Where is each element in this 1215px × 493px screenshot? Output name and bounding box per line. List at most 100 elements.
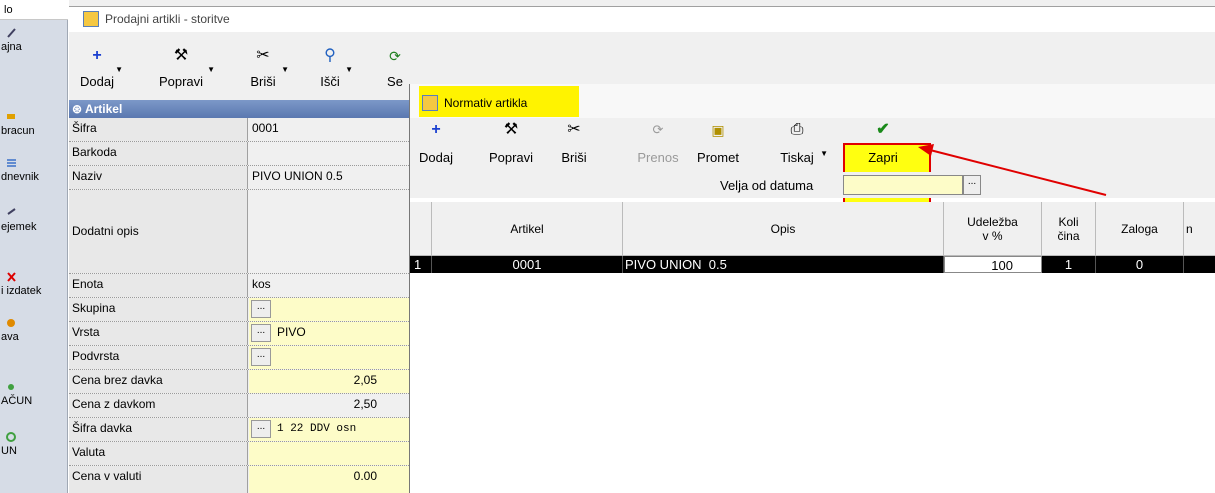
field-label: Podvrsta bbox=[69, 346, 248, 369]
nav-item-2[interactable]: bracun bbox=[0, 112, 68, 144]
dialog-traffic-button[interactable]: ▣ Promet bbox=[692, 118, 744, 174]
valid-from-label: Velja od datuma bbox=[720, 178, 814, 193]
printer-icon: ⎙ bbox=[790, 121, 804, 138]
nav-item-6[interactable]: ava bbox=[0, 318, 68, 350]
field-value[interactable]: 0001 bbox=[249, 118, 409, 141]
field-value[interactable] bbox=[249, 142, 409, 165]
x-icon bbox=[7, 272, 16, 282]
dialog-title-bar: Normativ artikla bbox=[410, 84, 1215, 118]
nav-item-3[interactable]: dnevnik bbox=[0, 158, 68, 190]
button-label: Dodaj bbox=[419, 150, 453, 165]
nav-item-label: UN bbox=[1, 445, 17, 457]
lookup-button[interactable]: ... bbox=[251, 348, 271, 366]
main-title-bar: Prodajni artikli - storitve bbox=[69, 6, 1215, 32]
button-label: Se bbox=[387, 74, 403, 89]
dialog-close-button[interactable]: ✔ Zapri bbox=[863, 118, 903, 174]
main-search-button[interactable]: ⚲ Išči ▼ bbox=[315, 34, 353, 96]
dropdown-arrow-icon: ▼ bbox=[820, 149, 828, 158]
field-value[interactable]: 2,50 bbox=[249, 394, 409, 417]
nav-item-label: ejemek bbox=[1, 221, 37, 233]
grid-cell-zaloga[interactable]: 0 bbox=[1096, 256, 1184, 273]
grid-cell-extra[interactable] bbox=[1184, 256, 1215, 273]
field-value[interactable] bbox=[249, 346, 409, 369]
gear-icon bbox=[7, 319, 15, 327]
main-add-button[interactable]: + Dodaj ▼ bbox=[79, 34, 123, 96]
button-label: Išči bbox=[320, 74, 340, 89]
valid-from-input[interactable] bbox=[843, 175, 963, 195]
dialog-transfer-button[interactable]: ⟳ Prenos bbox=[634, 118, 682, 174]
nav-item-1[interactable]: ajna bbox=[0, 28, 68, 60]
nav-item-5[interactable]: i izdatek bbox=[0, 272, 68, 304]
nav-item-8[interactable]: UN bbox=[0, 432, 68, 464]
field-value[interactable] bbox=[249, 442, 409, 465]
field-valuta: Valuta bbox=[69, 442, 409, 466]
nav-item-label: bracun bbox=[1, 125, 35, 137]
dropdown-arrow-icon: ▼ bbox=[345, 65, 353, 74]
plus-icon: + bbox=[431, 121, 441, 138]
field-value[interactable]: kos bbox=[249, 274, 409, 297]
field-naziv: Naziv PIVO UNION 0.5 bbox=[69, 166, 409, 190]
field-label: Šifra davka bbox=[69, 418, 248, 441]
field-value[interactable]: 1 22 DDV osn bbox=[249, 418, 409, 441]
field-value[interactable] bbox=[249, 298, 409, 321]
dialog-delete-button[interactable]: ✂ Briši bbox=[556, 118, 592, 174]
dialog-edit-button[interactable]: ⚒ Popravi bbox=[482, 118, 540, 174]
column-header[interactable]: Zaloga bbox=[1096, 202, 1184, 256]
grid-row-number[interactable]: 1 bbox=[410, 256, 432, 273]
left-nav-top-label: lo bbox=[4, 4, 13, 16]
field-value[interactable]: 0.00 bbox=[249, 466, 409, 493]
button-label: Dodaj bbox=[80, 74, 114, 89]
grid-cell-artikel[interactable]: 0001 bbox=[432, 256, 623, 273]
column-header[interactable]: Opis bbox=[623, 202, 944, 256]
traffic-icon: ▣ bbox=[711, 122, 725, 138]
column-header[interactable]: Koli čina bbox=[1042, 202, 1096, 256]
lookup-button[interactable]: ... bbox=[251, 420, 271, 438]
date-picker-button[interactable]: ... bbox=[963, 175, 981, 195]
dialog-add-button[interactable]: + Dodaj bbox=[418, 118, 454, 174]
nav-item-4[interactable]: ejemek bbox=[0, 208, 68, 240]
column-header[interactable]: n bbox=[1184, 202, 1215, 256]
lookup-button[interactable]: ... bbox=[251, 300, 271, 318]
panel-header: ⊛ Artikel bbox=[69, 100, 409, 118]
dialog-title: Normativ artikla bbox=[444, 96, 528, 110]
column-header[interactable]: Artikel bbox=[432, 202, 623, 256]
column-header[interactable]: Udeležba v % bbox=[944, 202, 1042, 256]
field-label: Skupina bbox=[69, 298, 248, 321]
nav-item-label: dnevnik bbox=[1, 171, 39, 183]
field-value[interactable]: 2,05 bbox=[249, 370, 409, 393]
article-form: ⊛ Artikel Šifra 0001 Barkoda Naziv PIVO UN… bbox=[69, 100, 409, 493]
grid-cell-kolicina[interactable]: 1 bbox=[1042, 256, 1096, 273]
normativ-grid: Artikel Opis Udeležba v % Koli čina Zalo… bbox=[410, 202, 1215, 493]
button-label: Tiskaj bbox=[780, 150, 814, 165]
lookup-button[interactable]: ... bbox=[251, 324, 271, 342]
field-vrsta: Vrsta PIVO... bbox=[69, 322, 409, 346]
button-label: Prenos bbox=[637, 150, 679, 165]
field-sifra-davka: Šifra davka 1 22 DDV osn... bbox=[69, 418, 409, 442]
circle-icon bbox=[8, 384, 14, 390]
grid-cell-udelezba[interactable]: 100 bbox=[944, 256, 1042, 273]
main-edit-button[interactable]: ⚒ Popravi ▼ bbox=[155, 34, 215, 96]
search-icon: ⚲ bbox=[324, 47, 336, 64]
field-value[interactable] bbox=[249, 190, 409, 273]
panel-header-label: Artikel bbox=[84, 102, 123, 116]
field-podvrsta: Podvrsta... bbox=[69, 346, 409, 370]
field-label: Šifra bbox=[69, 118, 248, 141]
field-label: Enota bbox=[69, 274, 248, 297]
field-value[interactable]: PIVO bbox=[249, 322, 409, 345]
refresh-icon: ⟳ bbox=[389, 48, 401, 64]
dialog-print-button[interactable]: ⎙ Tiskaj ▼ bbox=[774, 118, 828, 174]
left-navigation: lo ajna bracun dnevnik ejemek i izdatek … bbox=[0, 0, 68, 493]
main-delete-button[interactable]: ✂ Briši ▼ bbox=[245, 34, 289, 96]
field-cena-v-valuti: Cena v valuti 0.00 bbox=[69, 466, 409, 493]
field-enota: Enota kos bbox=[69, 274, 409, 298]
list-icon bbox=[7, 159, 16, 167]
nav-item-7[interactable]: AČUN bbox=[0, 382, 68, 414]
field-value[interactable]: PIVO UNION 0.5 bbox=[249, 166, 409, 189]
main-se-button[interactable]: ⟳ Se bbox=[381, 34, 409, 96]
button-label: Briši bbox=[250, 74, 276, 89]
dropdown-arrow-icon: ▼ bbox=[115, 65, 123, 74]
grid-cell-opis[interactable]: PIVO UNION 0.5 bbox=[623, 256, 944, 273]
dialog-title-highlight: Normativ artikla bbox=[419, 86, 579, 117]
plus-icon: + bbox=[92, 47, 102, 64]
main-title: Prodajni artikli - storitve bbox=[105, 12, 230, 26]
